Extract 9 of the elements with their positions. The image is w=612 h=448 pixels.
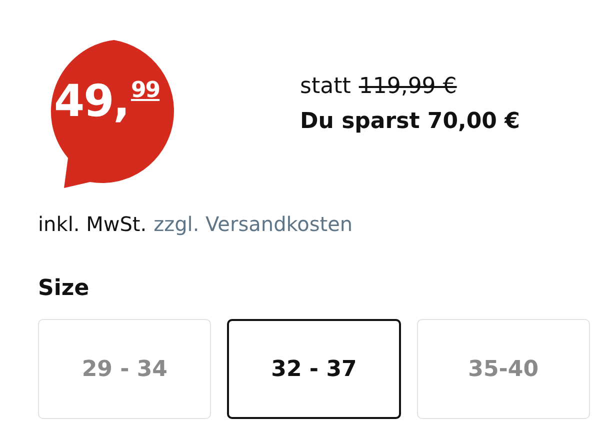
size-option[interactable]: 35-40	[416, 319, 590, 419]
tax-note: inkl. MwSt.	[38, 212, 147, 236]
size-option[interactable]: 29 - 34	[38, 319, 212, 419]
shipping-link[interactable]: zzgl. Versandkosten	[154, 212, 353, 236]
statt-label: statt	[300, 74, 351, 99]
size-title: Size	[38, 276, 90, 301]
size-option[interactable]: 32 - 37	[227, 319, 401, 419]
savings-text: Du sparst 70,00 €	[300, 109, 520, 134]
old-price: 119,99 €	[358, 74, 457, 99]
